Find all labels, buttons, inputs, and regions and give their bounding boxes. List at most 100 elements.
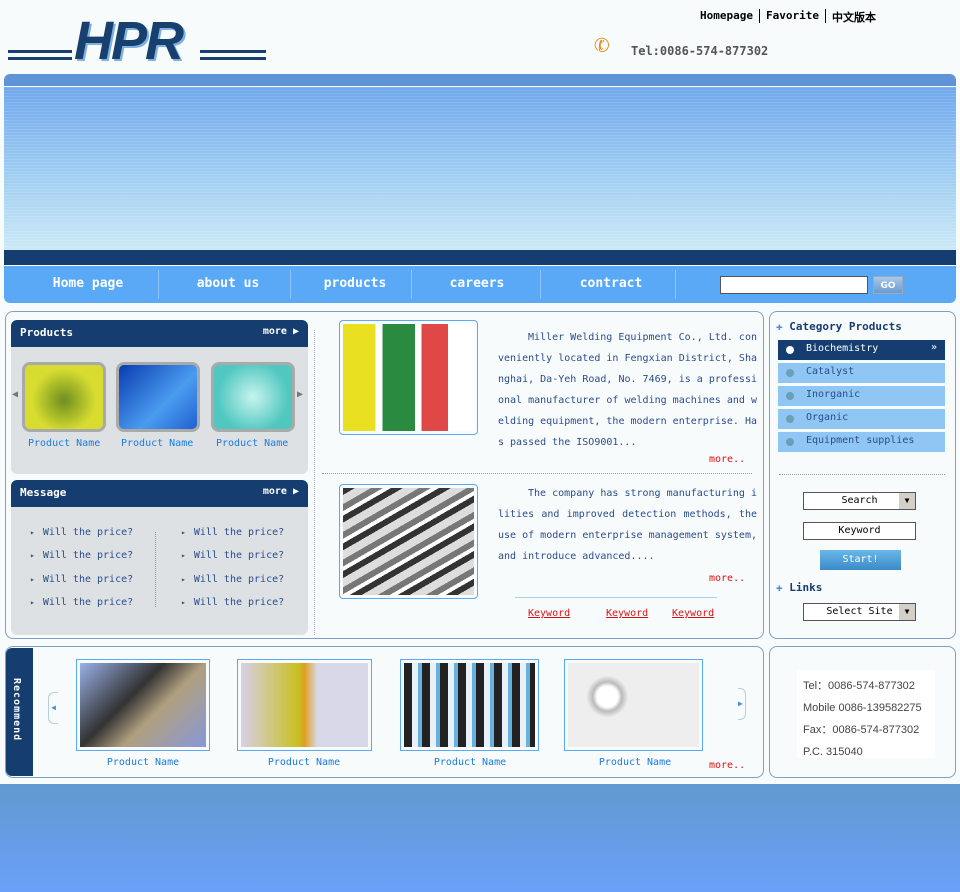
products-body: ◀ ▶ Product Name Product Name Product Na… (11, 347, 308, 474)
news-more-link[interactable]: more.. (709, 454, 745, 465)
nav-products[interactable]: products (324, 276, 387, 291)
message-item[interactable]: Will the price? (30, 597, 133, 608)
category-item-inorganic[interactable]: Inorganic (778, 386, 945, 406)
nav-contract[interactable]: contract (580, 276, 643, 291)
news-text: The company has strong manufacturing ili… (498, 488, 757, 562)
message-item[interactable]: Will the price? (181, 527, 284, 538)
logo-text: HPR (74, 11, 184, 71)
divider (515, 597, 717, 598)
divider (779, 474, 945, 475)
nav-search-input[interactable] (720, 276, 868, 294)
products-more-link[interactable]: more ▶ (263, 326, 299, 341)
chevron-down-icon: ▼ (899, 493, 915, 509)
banner-top (4, 74, 956, 86)
recommend-name[interactable]: Product Name (268, 757, 340, 768)
recommend-next-icon[interactable]: ▶ (738, 688, 746, 720)
divider (322, 473, 752, 474)
news-text: Miller Welding Equipment Co., Ltd. conve… (498, 332, 757, 448)
news-image[interactable] (339, 484, 478, 599)
product-name[interactable]: Product Name (121, 438, 193, 449)
recommend-image[interactable] (564, 659, 703, 751)
products-box: Products more ▶ ◀ ▶ Product Name Product … (11, 320, 308, 474)
divider (314, 330, 315, 635)
contact-fax: Fax：0086-574-877302 (803, 724, 920, 736)
recommend-image[interactable] (237, 659, 372, 751)
nav-careers[interactable]: careers (450, 276, 505, 291)
keyword-link[interactable]: Keyword (606, 608, 648, 619)
prev-arrow-icon[interactable]: ◀ (12, 389, 18, 400)
recommend-label: Recommend (11, 678, 22, 742)
contact-info: Tel：0086-574-877302 Mobile 0086-13958227… (797, 670, 935, 758)
next-arrow-icon[interactable]: ▶ (297, 389, 303, 400)
top-links: Homepage Favorite 中文版本 (700, 9, 876, 25)
recommend-name[interactable]: Product Name (107, 757, 179, 768)
recommend-name[interactable]: Product Name (434, 757, 506, 768)
recommend-label-strip: Recommend (6, 648, 33, 776)
message-body: Will the price? Will the price? Will the… (11, 507, 308, 635)
product-image[interactable] (116, 362, 200, 432)
homepage-link[interactable]: Homepage (700, 9, 753, 25)
logo-line (8, 50, 72, 53)
links-title: ✚ Links (776, 581, 823, 594)
products-title: Products (20, 326, 73, 339)
nav-home[interactable]: Home page (53, 276, 123, 291)
divider (758, 9, 760, 23)
contact-postcode: P.C. 315040 (803, 746, 863, 758)
main-nav: Home page about us products careers cont… (4, 266, 956, 303)
message-item[interactable]: Will the price? (181, 550, 284, 561)
recommend-image[interactable] (400, 659, 539, 751)
favorite-link[interactable]: Favorite (766, 9, 819, 25)
news-image[interactable] (339, 320, 478, 435)
product-image[interactable] (211, 362, 295, 432)
recommend-image[interactable] (76, 659, 210, 751)
start-button[interactable]: Start! (820, 550, 901, 570)
contact-tel: Tel：0086-574-877302 (803, 680, 915, 692)
chinese-version-link[interactable]: 中文版本 (832, 9, 876, 25)
double-chevron-icon: » (930, 342, 937, 353)
product-name[interactable]: Product Name (28, 438, 100, 449)
message-header: Message more ▶ (11, 480, 308, 507)
plus-icon: ✚ (776, 581, 783, 594)
phone-icon: ✆ (590, 28, 614, 62)
message-item[interactable]: Will the price? (30, 527, 133, 538)
recommend-more-link[interactable]: more.. (709, 760, 745, 771)
keyword-link[interactable]: Keyword (528, 608, 570, 619)
message-item[interactable]: Will the price? (181, 574, 284, 585)
news-more-link[interactable]: more.. (709, 573, 745, 584)
product-image[interactable] (22, 362, 106, 432)
keyword-input[interactable]: Keyword (803, 522, 916, 540)
message-item[interactable]: Will the price? (30, 550, 133, 561)
products-header: Products more ▶ (11, 320, 308, 347)
recommend-prev-icon[interactable]: ◀ (48, 692, 58, 724)
logo-line (200, 57, 266, 60)
category-item-organic[interactable]: Organic (778, 409, 945, 429)
logo[interactable]: HPR (8, 11, 266, 71)
message-item[interactable]: Will the price? (181, 597, 284, 608)
chevron-down-icon: ▼ (899, 604, 915, 620)
banner (4, 86, 956, 250)
category-item-catalyst[interactable]: Catalyst (778, 363, 945, 383)
search-type-select[interactable]: Search ▼ (803, 492, 916, 510)
message-item[interactable]: Will the price? (30, 574, 133, 585)
nav-divider (540, 270, 541, 299)
plus-icon: ✚ (776, 320, 783, 333)
divider (155, 532, 156, 607)
nav-divider (158, 270, 159, 299)
message-more-link[interactable]: more ▶ (263, 486, 299, 501)
footer (0, 784, 960, 892)
nav-divider (675, 270, 676, 299)
divider (824, 9, 826, 23)
logo-line (8, 57, 72, 60)
logo-line (200, 50, 266, 53)
category-item-biochemistry[interactable]: Biochemistry» (778, 340, 945, 360)
message-box: Message more ▶ Will the price? Will the p… (11, 480, 308, 635)
contact-mobile: Mobile 0086-139582275 (803, 702, 922, 714)
keyword-link[interactable]: Keyword (672, 608, 714, 619)
go-button[interactable]: GO (873, 276, 903, 294)
recommend-name[interactable]: Product Name (599, 757, 671, 768)
category-item-equipment-supplies[interactable]: Equipment supplies (778, 432, 945, 452)
nav-about[interactable]: about us (197, 276, 260, 291)
site-select[interactable]: Select Site ▼ (803, 603, 916, 621)
message-title: Message (20, 486, 67, 499)
product-name[interactable]: Product Name (216, 438, 288, 449)
